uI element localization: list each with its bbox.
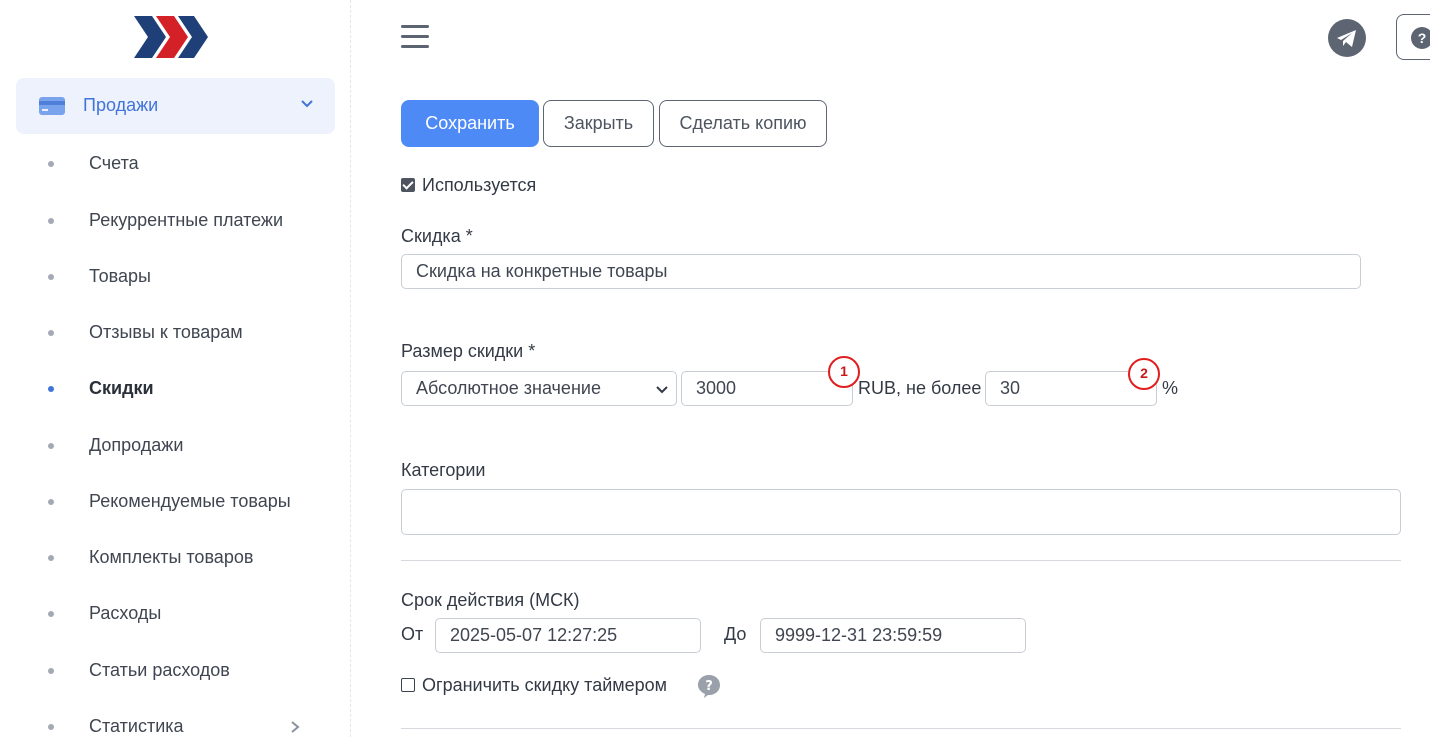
categories-label: Категории	[401, 460, 486, 480]
timer-checkbox[interactable]	[401, 678, 415, 692]
sidebar-group-label: Продажи	[83, 95, 159, 115]
sidebar-item-upsells[interactable]: Допродажи	[0, 426, 350, 466]
hamburger-icon[interactable]	[401, 25, 429, 49]
date-from-input[interactable]: 2025-05-07 12:27:25	[435, 618, 701, 653]
enabled-label: Используется	[422, 175, 537, 195]
sidebar-group-sales[interactable]: Продажи	[16, 78, 335, 134]
help-tooltip-icon[interactable]: ?	[697, 674, 721, 698]
chevron-down-icon	[301, 100, 313, 108]
bullet-icon	[48, 274, 54, 280]
sidebar-item-invoices[interactable]: Счета	[0, 144, 350, 184]
sidebar-item-products[interactable]: Товары	[0, 257, 350, 297]
bullet-icon	[48, 386, 54, 392]
bullet-icon	[48, 161, 54, 167]
section-divider	[401, 560, 1401, 561]
sidebar-item-label: Комплекты товаров	[89, 547, 254, 567]
bullet-icon	[48, 724, 54, 730]
sidebar-item-recommended-products[interactable]: Рекомендуемые товары	[0, 482, 350, 522]
close-button[interactable]: Закрыть	[543, 100, 654, 147]
make-copy-button[interactable]: Сделать копию	[659, 100, 827, 147]
annotation-marker-1: 1	[828, 356, 860, 388]
help-button[interactable]: ?	[1396, 14, 1430, 60]
sidebar-item-expense-categories[interactable]: Статьи расходов	[0, 651, 350, 691]
sidebar-item-label: Счета	[89, 153, 139, 173]
bullet-icon	[48, 611, 54, 617]
brand-logo[interactable]	[132, 14, 210, 60]
chevron-right-icon	[291, 721, 300, 733]
sidebar-item-expenses[interactable]: Расходы	[0, 594, 350, 634]
discount-type-value: Абсолютное значение	[416, 378, 601, 398]
validity-label: Срок действия (МСК)	[401, 590, 580, 610]
discount-type-select[interactable]: Абсолютное значение	[401, 371, 677, 406]
categories-input[interactable]	[401, 489, 1401, 535]
svg-text:?: ?	[705, 679, 713, 694]
bullet-icon	[48, 218, 54, 224]
currency-text: RUB, не более	[858, 378, 982, 398]
sidebar-item-label: Отзывы к товарам	[89, 322, 243, 342]
timer-label: Ограничить скидку таймером	[422, 675, 668, 695]
sidebar-item-label: Товары	[89, 266, 151, 286]
sidebar-item-label: Статьи расходов	[89, 660, 230, 680]
sidebar-item-product-reviews[interactable]: Отзывы к товарам	[0, 313, 350, 353]
date-to-input[interactable]: 9999-12-31 23:59:59	[760, 618, 1026, 653]
help-icon: ?	[1411, 27, 1430, 49]
sidebar-item-statistics[interactable]: Статистика	[0, 707, 350, 737]
bullet-icon	[48, 499, 54, 505]
telegram-icon[interactable]	[1328, 19, 1366, 57]
discount-name-input[interactable]: Скидка на конкретные товары	[401, 254, 1361, 289]
bullet-icon	[48, 443, 54, 449]
sidebar-item-product-bundles[interactable]: Комплекты товаров	[0, 538, 350, 578]
to-label: До	[724, 624, 747, 644]
bullet-icon	[48, 668, 54, 674]
section-divider	[401, 728, 1401, 729]
sidebar-item-label: Статистика	[89, 716, 184, 736]
sidebar-item-label: Допродажи	[89, 435, 184, 455]
sidebar-item-discounts[interactable]: Скидки	[0, 369, 350, 409]
bullet-icon	[48, 555, 54, 561]
save-button[interactable]: Сохранить	[401, 100, 539, 147]
enabled-checkbox[interactable]	[401, 178, 415, 192]
sidebar-item-label: Рекомендуемые товары	[89, 491, 291, 511]
discount-name-label: Скидка *	[401, 226, 473, 246]
discount-size-label: Размер скидки *	[401, 341, 536, 361]
from-label: От	[401, 624, 424, 644]
bullet-icon	[48, 330, 54, 336]
sidebar: Продажи Счета Рекуррентные платежи Товар…	[0, 0, 351, 737]
discount-amount-input[interactable]: 3000	[681, 371, 853, 406]
sidebar-item-label: Расходы	[89, 603, 162, 623]
percent-sign: %	[1162, 378, 1179, 398]
annotation-marker-2: 2	[1128, 358, 1160, 390]
chevron-down-icon	[656, 386, 668, 394]
sidebar-item-label: Рекуррентные платежи	[89, 210, 284, 230]
sidebar-item-label: Скидки	[89, 378, 154, 398]
sidebar-item-recurring-payments[interactable]: Рекуррентные платежи	[0, 201, 350, 241]
credit-card-icon	[39, 97, 65, 115]
